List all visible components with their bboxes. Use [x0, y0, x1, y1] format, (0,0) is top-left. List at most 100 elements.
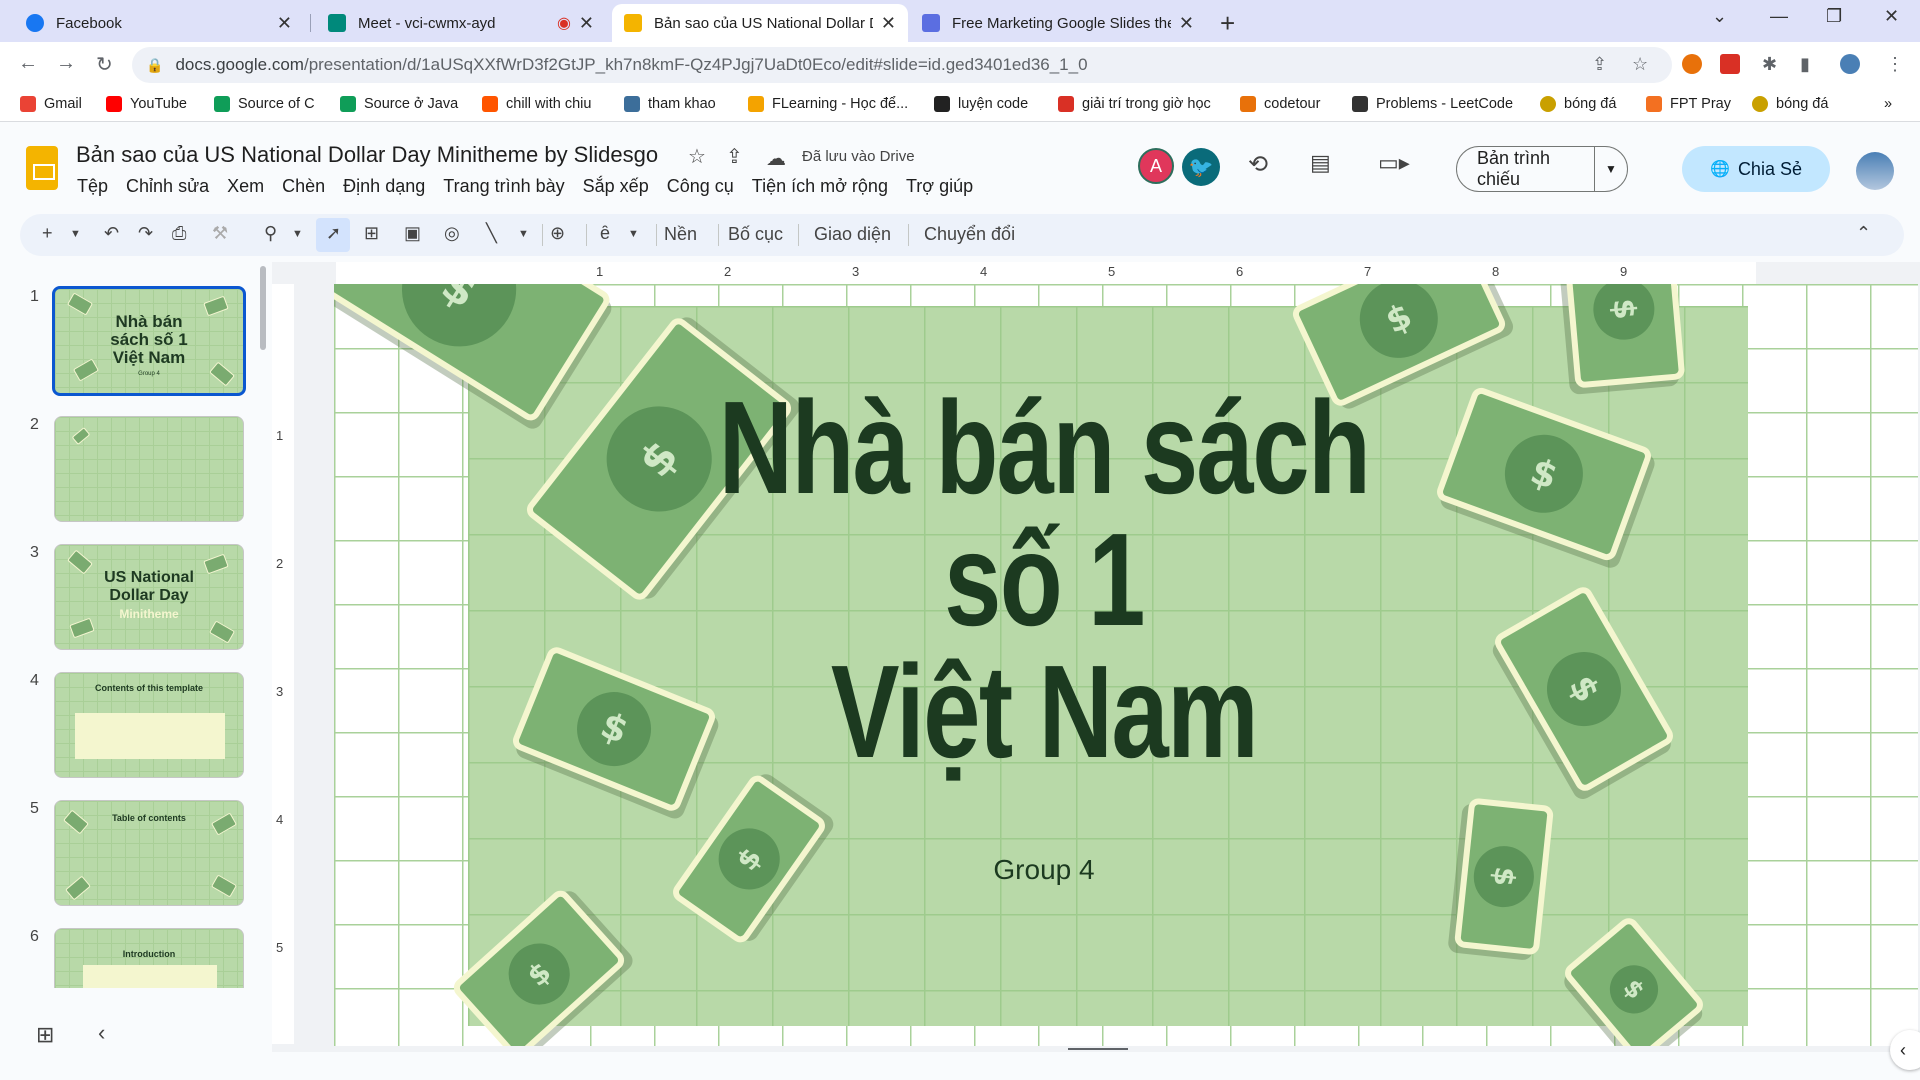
- slide-thumbnail[interactable]: Contents of this template: [54, 672, 244, 778]
- slide-canvas[interactable]: $ $ $ $ $ $ $ $ $ $ $ Nhà bán sách số 1 …: [334, 284, 1918, 1046]
- menu-dots-icon[interactable]: ⋮: [1886, 54, 1904, 75]
- share-button[interactable]: 🌐 Chia Sẻ: [1682, 146, 1830, 192]
- window-close-icon[interactable]: ✕: [1884, 6, 1899, 27]
- redo-icon[interactable]: ↷: [138, 223, 153, 244]
- menu-tools[interactable]: Công cụ: [658, 174, 743, 199]
- slide-thumbnail[interactable]: Nhà bán sách số 1 Việt Nam Group 4: [52, 286, 246, 396]
- grid-view-icon[interactable]: ⊞: [36, 1022, 54, 1048]
- slide-thumbnail[interactable]: US National Dollar Day Minitheme: [54, 544, 244, 650]
- slides-logo-icon[interactable]: [26, 146, 58, 190]
- tab-facebook[interactable]: Facebook ✕: [14, 4, 304, 42]
- slide-thumbnail[interactable]: Introduction: [54, 928, 244, 988]
- url-bar[interactable]: 🔒 docs.google.com/presentation/d/1aUSqXX…: [132, 47, 1672, 83]
- menu-insert[interactable]: Chèn: [273, 174, 334, 199]
- menu-format[interactable]: Định dạng: [334, 174, 434, 199]
- close-icon[interactable]: ✕: [579, 13, 594, 34]
- menu-edit[interactable]: Chỉnh sửa: [117, 174, 218, 199]
- chevron-down-icon[interactable]: ▼: [292, 228, 303, 240]
- bookmark-item[interactable]: giải trí trong giờ học: [1058, 96, 1211, 112]
- extension-tp-icon[interactable]: [1720, 54, 1740, 74]
- bookmark-star-icon[interactable]: ☆: [1632, 54, 1648, 75]
- shape-icon[interactable]: ◎: [444, 223, 460, 244]
- forward-icon[interactable]: →: [56, 52, 76, 75]
- chevron-down-icon[interactable]: ▼: [518, 228, 529, 240]
- close-icon[interactable]: ✕: [881, 13, 896, 34]
- background-button[interactable]: Nền: [664, 224, 697, 245]
- slide-thumbnail[interactable]: Table of contents: [54, 800, 244, 906]
- bookmark-item[interactable]: Problems - LeetCode: [1352, 96, 1513, 112]
- share-page-icon[interactable]: ⇪: [1592, 54, 1607, 75]
- maximize-icon[interactable]: ❐: [1826, 6, 1842, 27]
- new-slide-icon[interactable]: +: [42, 223, 53, 244]
- menu-slide[interactable]: Trang trình bày: [434, 174, 573, 199]
- document-title[interactable]: Bản sao của US National Dollar Day Minit…: [76, 142, 658, 168]
- tab-search-icon[interactable]: ⌄: [1712, 6, 1727, 27]
- select-cursor-icon[interactable]: ➚: [326, 223, 341, 244]
- chevron-down-icon[interactable]: ▼: [628, 228, 639, 240]
- transition-button[interactable]: Chuyển đổi: [924, 224, 1015, 245]
- more-bookmarks-icon[interactable]: »: [1884, 96, 1892, 112]
- meet-camera-icon[interactable]: ▭▸: [1378, 150, 1410, 176]
- chevron-down-icon[interactable]: ▼: [1595, 162, 1627, 176]
- add-comment-icon[interactable]: ⊕: [550, 223, 565, 244]
- comments-icon[interactable]: ▤: [1310, 150, 1331, 176]
- menu-arrange[interactable]: Sắp xếp: [574, 174, 658, 199]
- bookmark-item[interactable]: tham khao: [624, 96, 716, 112]
- undo-icon[interactable]: ↶: [104, 223, 119, 244]
- present-button[interactable]: Bản trình chiếu ▼: [1456, 146, 1628, 192]
- slide-thumbnail[interactable]: [54, 416, 244, 522]
- print-icon[interactable]: ⎙: [172, 223, 186, 244]
- expand-side-panel-icon[interactable]: ‹: [1890, 1030, 1920, 1070]
- bookmark-item[interactable]: YouTube: [106, 96, 187, 112]
- slide-title[interactable]: Nhà bán sách số 1 Việt Nam: [592, 382, 1497, 778]
- collaborator-avatar-bird[interactable]: 🐦: [1182, 148, 1220, 186]
- star-icon[interactable]: ☆: [688, 144, 706, 169]
- bookmark-item[interactable]: chill with chiu: [482, 96, 591, 112]
- bookmark-item[interactable]: Source of C: [214, 96, 315, 112]
- theme-button[interactable]: Giao diện: [814, 224, 891, 245]
- line-icon[interactable]: ╲: [486, 223, 497, 244]
- reload-icon[interactable]: ↻: [96, 52, 113, 77]
- move-to-folder-icon[interactable]: ⇪: [726, 144, 743, 169]
- dollar-bill-image[interactable]: $: [1453, 797, 1555, 956]
- menu-extensions[interactable]: Tiện ích mở rộng: [743, 174, 897, 199]
- canvas-scroll-indicator[interactable]: [1068, 1048, 1128, 1050]
- close-icon[interactable]: ✕: [1179, 13, 1194, 34]
- menu-help[interactable]: Trợ giúp: [897, 174, 982, 199]
- back-icon[interactable]: ←: [18, 52, 38, 75]
- zoom-icon[interactable]: ⚲: [264, 223, 277, 244]
- filmstrip-scrollbar[interactable]: [260, 266, 266, 350]
- bookmark-item[interactable]: bóng đá: [1540, 96, 1616, 112]
- account-avatar[interactable]: [1856, 152, 1894, 190]
- bookmark-item[interactable]: Source ở Java: [340, 96, 458, 112]
- close-icon[interactable]: ✕: [277, 13, 292, 34]
- bookmark-item[interactable]: FLearning - Học để...: [748, 96, 908, 112]
- present-label[interactable]: Bản trình chiếu: [1457, 147, 1595, 191]
- slide-subtitle[interactable]: Group 4: [814, 854, 1274, 886]
- profile-avatar[interactable]: [1840, 54, 1860, 74]
- tab-meet[interactable]: Meet - vci-cwmx-ayd ◉ ✕: [316, 4, 606, 42]
- bookmark-item[interactable]: luyện code: [934, 96, 1028, 112]
- minimize-icon[interactable]: —: [1770, 6, 1788, 27]
- vertical-ruler[interactable]: 1 2 3 4 5: [272, 284, 294, 1044]
- bookmark-item[interactable]: Gmail: [20, 96, 82, 112]
- bookmark-item[interactable]: FPT Pray: [1646, 96, 1731, 112]
- side-panel-icon[interactable]: ▮: [1800, 54, 1810, 75]
- tab-slides[interactable]: Bản sao của US National Dollar D ✕: [612, 4, 908, 42]
- dollar-bill-image[interactable]: $: [1562, 284, 1686, 389]
- input-tools-icon[interactable]: ȇ: [600, 223, 610, 244]
- extension-c-icon[interactable]: [1682, 54, 1702, 74]
- chevron-down-icon[interactable]: ▼: [70, 228, 81, 240]
- menu-view[interactable]: Xem: [218, 174, 273, 199]
- bookmark-item[interactable]: codetour: [1240, 96, 1320, 112]
- image-icon[interactable]: ▣: [404, 223, 421, 244]
- collapse-panel-icon[interactable]: ‹: [98, 1020, 105, 1046]
- layout-button[interactable]: Bố cục: [728, 224, 783, 245]
- bookmark-item[interactable]: bóng đá: [1752, 96, 1828, 112]
- new-tab-button[interactable]: +: [1220, 8, 1235, 39]
- horizontal-ruler[interactable]: 1 2 3 4 5 6 7 8 9: [336, 262, 1756, 284]
- text-box-icon[interactable]: ⊞: [364, 223, 379, 244]
- collaborator-avatar[interactable]: A: [1138, 148, 1174, 184]
- collapse-toolbar-icon[interactable]: ⌃: [1856, 223, 1871, 244]
- extensions-puzzle-icon[interactable]: ✱: [1762, 54, 1777, 75]
